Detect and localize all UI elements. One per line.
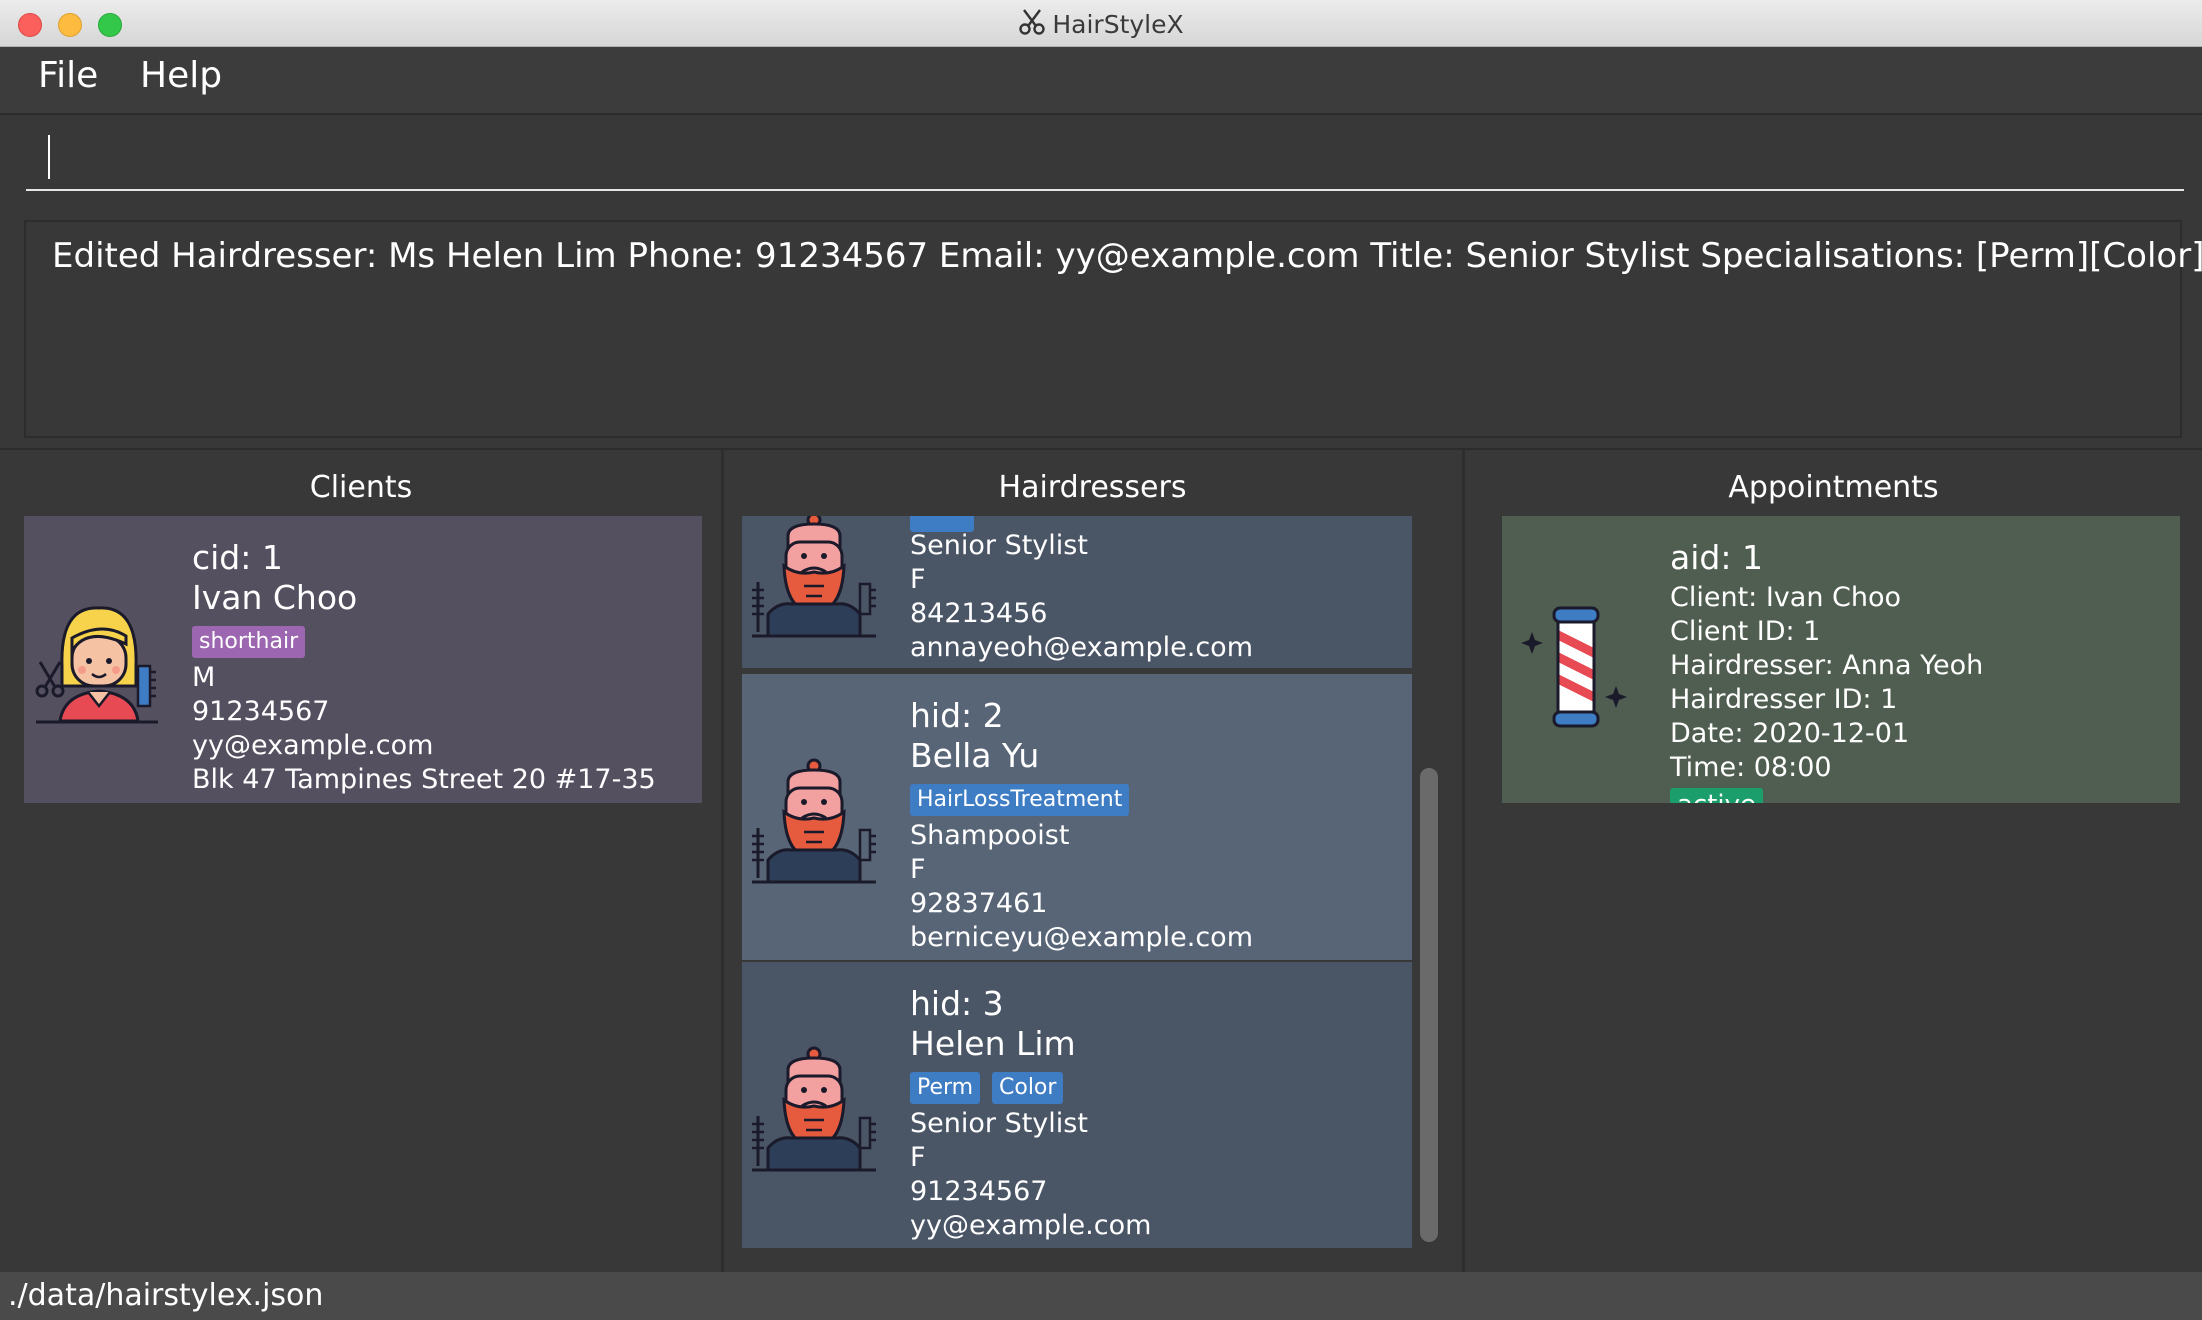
bearded-barber-icon	[748, 752, 880, 888]
appointment-card[interactable]: aid: 1 Client: Ivan Choo Client ID: 1 Ha…	[1502, 516, 2180, 803]
client-card[interactable]: cid: 1 Ivan Choo shorthair M 91234567 yy…	[24, 516, 702, 803]
result-message: Edited Hairdresser: Ms Helen Lim Phone: …	[52, 236, 2202, 276]
hairdresser-email: yy@example.com	[910, 1210, 1152, 1241]
hairdresser-list-scrollbar[interactable]	[1420, 768, 1438, 1242]
appointment-time: Time: 08:00	[1670, 752, 1832, 783]
result-display[interactable]: Edited Hairdresser: Ms Helen Lim Phone: …	[24, 220, 2202, 438]
menu-file[interactable]: File	[38, 55, 98, 96]
command-input[interactable]	[26, 131, 2184, 191]
appointment-hairdresser-id: Hairdresser ID: 1	[1670, 684, 1898, 715]
hairdresser-phone: 91234567	[910, 1176, 1048, 1207]
panels-area: Clients Hairdressers Appointments cid: 1…	[0, 448, 2202, 1272]
status-bar: ./data/hairstylex.json	[0, 1272, 2202, 1320]
hairdresser-name: Bella Yu	[910, 736, 1040, 775]
bearded-barber-icon	[748, 516, 880, 642]
hairdresser-id: hid: 2	[910, 696, 1004, 735]
bearded-barber-icon	[748, 1040, 880, 1176]
hairdresser-card[interactable]: hid: 3 Helen Lim Perm Color Senior Styli…	[742, 962, 1412, 1248]
menu-bar: File Help	[0, 47, 2202, 115]
hairdresser-gender: F	[910, 1142, 926, 1173]
command-box	[0, 115, 2202, 205]
hairdresser-gender: F	[910, 564, 926, 595]
appointment-date: Date: 2020-12-01	[1670, 718, 1910, 749]
hairdresser-email: berniceyu@example.com	[910, 922, 1253, 953]
appointment-id: aid: 1	[1670, 538, 1763, 577]
hairdresser-name: Helen Lim	[910, 1024, 1076, 1063]
hairdresser-tag: Perm	[910, 1072, 981, 1104]
client-phone: 91234567	[192, 696, 330, 727]
panel-divider[interactable]	[1462, 450, 1465, 1272]
hairdresser-email: annayeoh@example.com	[910, 632, 1253, 663]
client-id: cid: 1	[192, 538, 283, 577]
hairdresser-list[interactable]: Senior Stylist F 84213456 annayeoh@examp…	[742, 516, 1412, 1248]
appointment-client-id: Client ID: 1	[1670, 616, 1821, 647]
clients-panel-title: Clients	[309, 470, 413, 505]
hairdresser-gender: F	[910, 854, 926, 885]
text-caret	[48, 135, 50, 179]
hairdresser-card[interactable]: Senior Stylist F 84213456 annayeoh@examp…	[742, 516, 1412, 668]
hairdresser-tag: Color	[992, 1072, 1064, 1104]
appointment-status-badge: active	[1670, 788, 1764, 803]
appointments-panel-title: Appointments	[1728, 470, 1939, 505]
client-gender: M	[192, 662, 216, 693]
hairdresser-card[interactable]: hid: 2 Bella Yu HairLossTreatment Shampo…	[742, 674, 1412, 960]
hairdresser-title: Senior Stylist	[910, 1108, 1088, 1139]
title-bar: HairStyleX	[0, 0, 2202, 47]
hairdressers-panel-title: Hairdressers	[998, 470, 1187, 505]
client-email: yy@example.com	[192, 730, 434, 761]
hairdresser-phone: 92837461	[910, 888, 1048, 919]
hairdresser-tag: HairLossTreatment	[910, 784, 1130, 816]
appointment-client: Client: Ivan Choo	[1670, 582, 1902, 613]
panel-divider[interactable]	[721, 450, 724, 1272]
hairdresser-woman-icon	[32, 596, 162, 730]
window-title: HairStyleX	[0, 8, 2202, 42]
hairdresser-phone: 84213456	[910, 598, 1048, 629]
client-tag: shorthair	[192, 626, 306, 658]
hairdresser-id: hid: 3	[910, 984, 1004, 1023]
hairdresser-title: Shampooist	[910, 820, 1070, 851]
scissors-icon	[1018, 8, 1046, 42]
hairdresser-title: Senior Stylist	[910, 530, 1088, 561]
appointment-hairdresser: Hairdresser: Anna Yeoh	[1670, 650, 1984, 681]
menu-help[interactable]: Help	[140, 55, 222, 96]
window-title-text: HairStyleX	[1052, 10, 1184, 39]
client-address: Blk 47 Tampines Street 20 #17-35	[192, 764, 656, 795]
app-window: HairStyleX File Help Edited Hairdresser:…	[0, 0, 2202, 1320]
barber-pole-icon	[1520, 602, 1630, 736]
client-name: Ivan Choo	[192, 578, 358, 617]
save-location: ./data/hairstylex.json	[8, 1278, 324, 1313]
